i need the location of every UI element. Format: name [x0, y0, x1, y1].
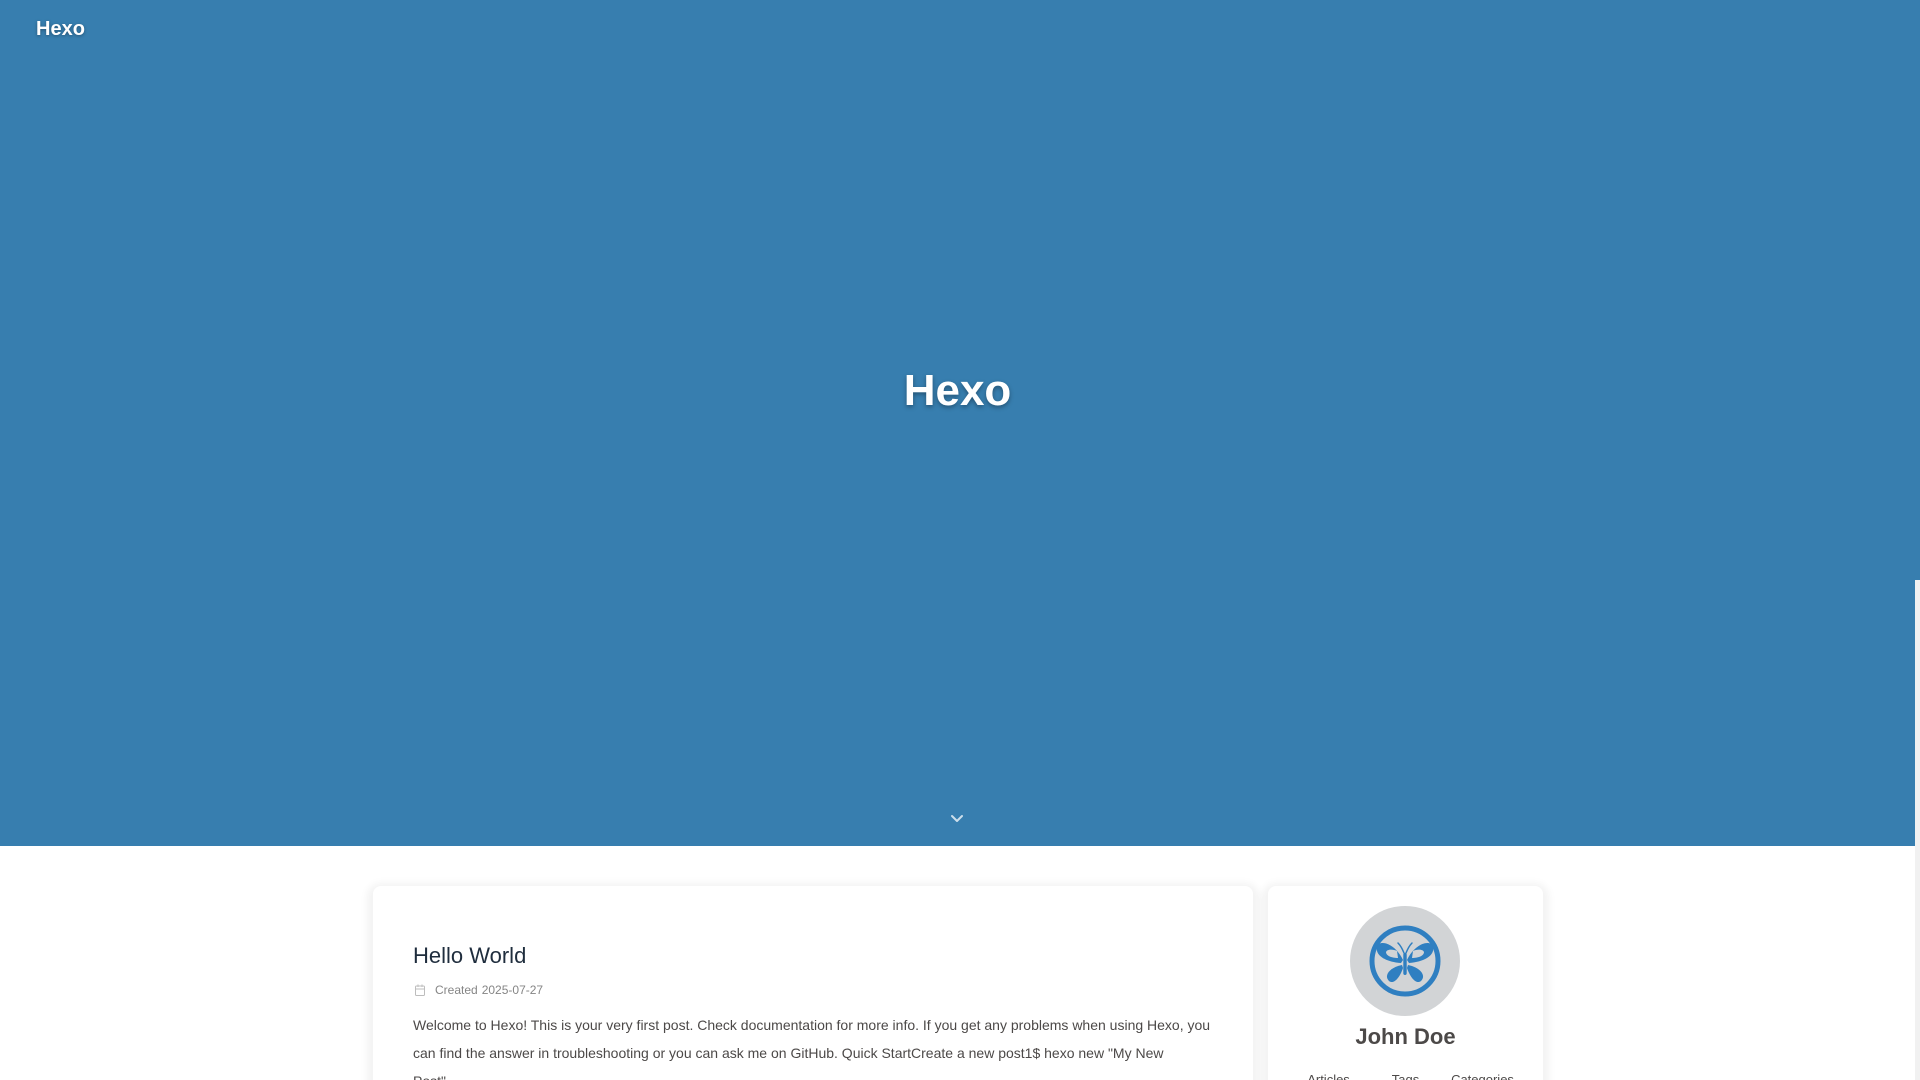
post-title-link[interactable]: Hello World: [413, 943, 526, 969]
scrollbar-thumb[interactable]: [1915, 0, 1920, 580]
chevron-down-icon: [951, 815, 963, 822]
stat-categories[interactable]: Categories: [1444, 1072, 1521, 1080]
post-meta-label: Created: [435, 983, 478, 997]
author-name: John Doe: [1355, 1024, 1456, 1049]
post-card: Hello World Created 2025-07-27 Welcome t…: [373, 886, 1253, 1080]
site-name-link[interactable]: Hexo: [36, 18, 85, 41]
stat-articles[interactable]: Articles: [1290, 1072, 1367, 1080]
scroll-down-button[interactable]: [949, 806, 965, 830]
stat-tags[interactable]: Tags: [1367, 1072, 1444, 1080]
post-excerpt: Welcome to Hexo! This is your very first…: [413, 1017, 1211, 1080]
post-date: 2025-07-27: [481, 983, 544, 997]
hero-banner: Hexo Hexo: [0, 0, 1915, 846]
author-card: John Doe Articles Tags Categories: [1268, 886, 1543, 1080]
avatar: [1350, 906, 1460, 1016]
site-title: Hexo: [903, 366, 1012, 415]
author-stats: Articles Tags Categories: [1290, 1072, 1521, 1080]
post-meta: Created 2025-07-27: [413, 983, 543, 997]
page: Hexo Hexo Hello World Created 2025-07-27…: [0, 0, 1920, 1080]
calendar-icon: [415, 984, 427, 996]
butterfly-icon: [1369, 925, 1441, 997]
